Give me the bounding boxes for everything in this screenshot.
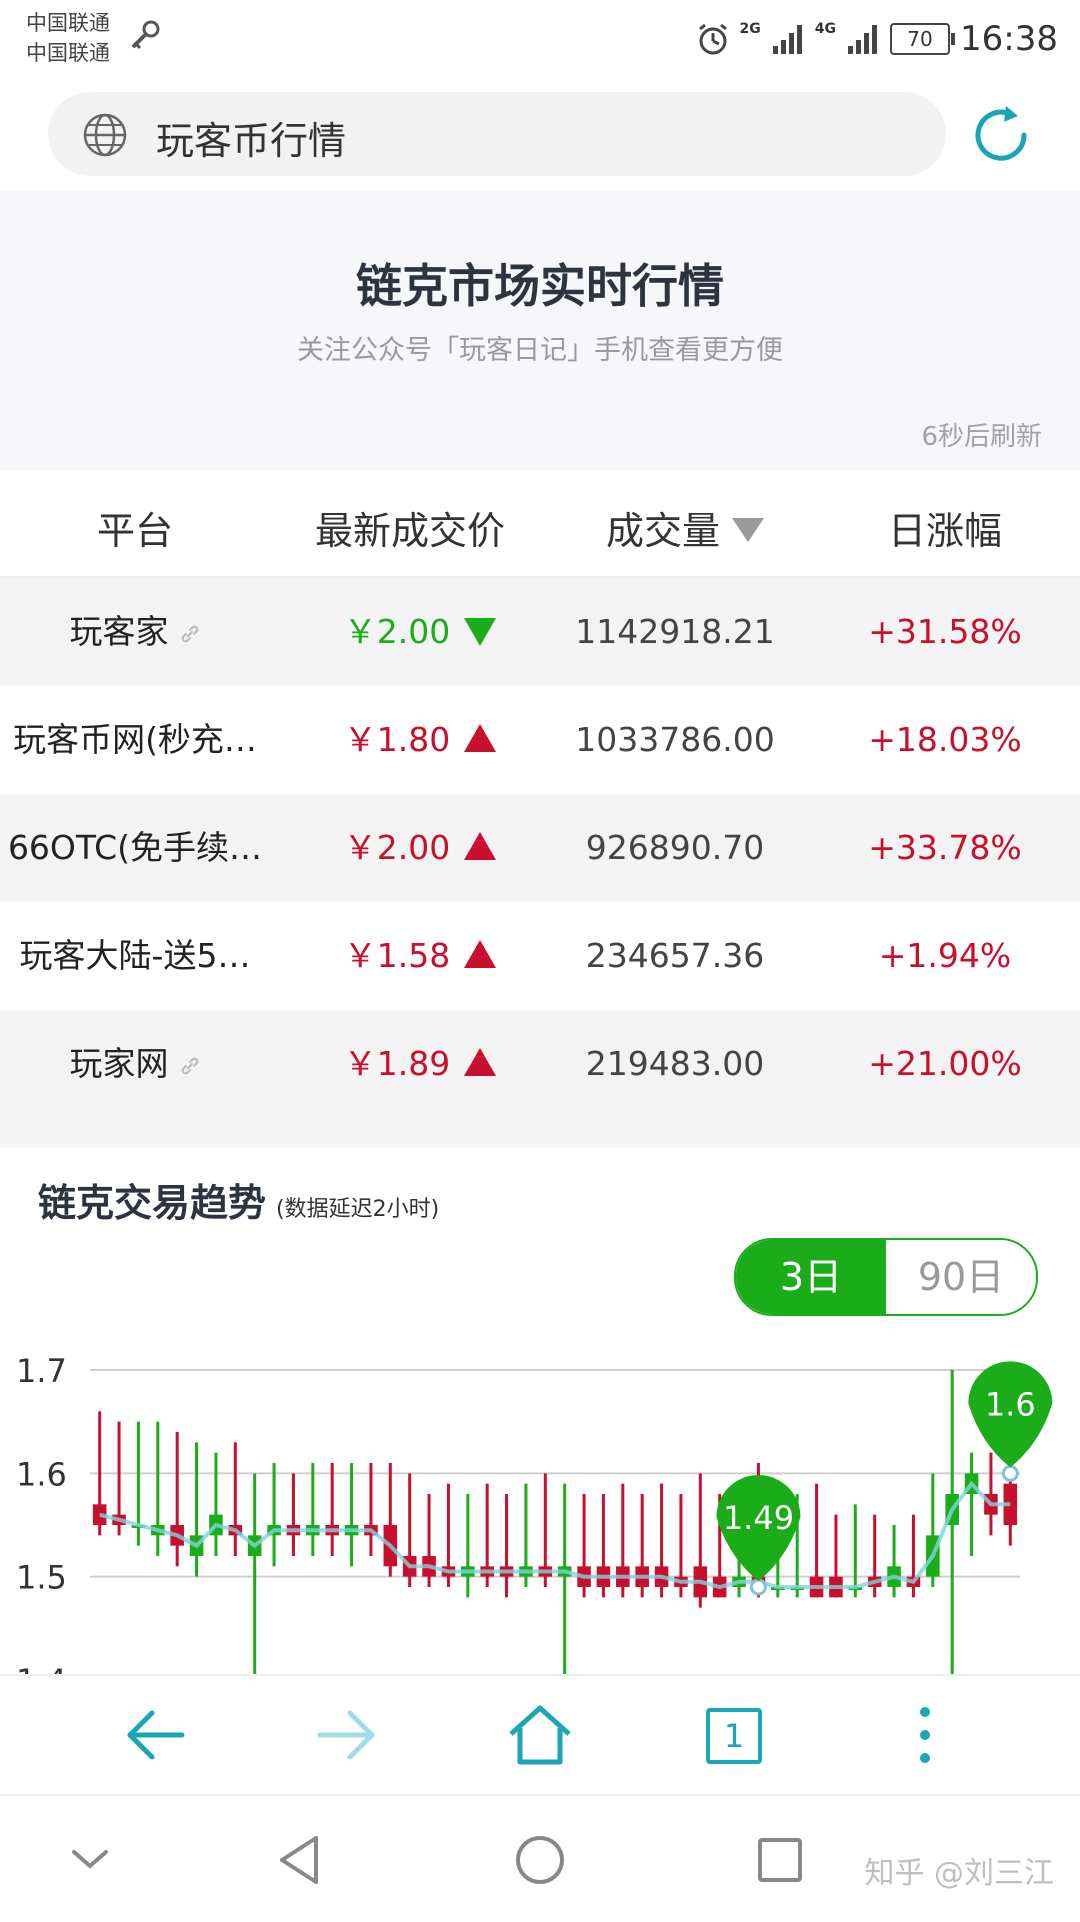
y-tick-label: 1.6 (16, 1455, 67, 1493)
toggle-3-day[interactable]: 3日 (736, 1240, 886, 1314)
platform-name-cell: 66OTC(免手续… (0, 794, 270, 902)
table-row[interactable]: 玩客大陆-送5… ￥1.58 234657.36 +1.94% (0, 902, 1080, 1010)
price-cell: ￥2.00 (300, 578, 540, 686)
carrier-1: 中国联通 (26, 11, 110, 35)
volume-value: 926890.70 (585, 828, 765, 867)
tabs-button[interactable]: 1 (698, 1700, 768, 1770)
table-row[interactable]: 玩家网 ￥1.89 219483.00 +21.00% (0, 1010, 1080, 1118)
watermark: 知乎 @刘三江 (864, 1856, 1054, 1891)
url-bar[interactable]: 玩客币行情 (48, 92, 946, 176)
net-label-4g: 4G (814, 21, 837, 37)
refresh-icon[interactable] (968, 102, 1034, 168)
toggle-90-day[interactable]: 90日 (886, 1240, 1036, 1314)
table-row[interactable]: 66OTC(免手续… ￥2.00 926890.70 +33.78% (0, 794, 1080, 902)
page-subtitle: 关注公众号「玩客日记」手机查看更方便 (297, 335, 783, 366)
browser-toolbar: 1 (0, 1674, 1080, 1796)
system-nav-bar: 知乎 @刘三江 (0, 1794, 1080, 1922)
link-icon (181, 1057, 198, 1074)
table-header: 平台 最新成交价 成交量 日涨幅 (0, 470, 1080, 578)
price-value: ￥1.58 (343, 936, 451, 975)
platform-name-cell: 玩客大陆-送5… (0, 902, 270, 1010)
price-value: ￥2.00 (343, 828, 451, 867)
forward-arrow-icon[interactable] (312, 1700, 382, 1770)
trend-title: 链克交易趋势 (数据延迟2小时) (38, 1172, 439, 1227)
key-icon (131, 20, 160, 50)
volume-value: 1142918.21 (575, 612, 775, 651)
change-value: +31.58% (868, 612, 1022, 651)
y-tick-label: 1.7 (16, 1352, 67, 1390)
system-recents-icon[interactable] (752, 1832, 808, 1888)
status-right: 2G 4G 70 16:38 (696, 14, 1058, 64)
chevron-down-icon[interactable] (62, 1832, 118, 1888)
tabs-count: 1 (706, 1708, 762, 1764)
system-back-icon[interactable] (272, 1832, 328, 1888)
platform-name-cell: 玩客家 (0, 578, 270, 686)
marker-label: 1.6 (985, 1385, 1036, 1423)
platform-name: 玩客币网(秒充… (13, 720, 257, 759)
change-value: +18.03% (868, 720, 1022, 759)
marker-label: 1.49 (723, 1499, 794, 1537)
change-value: +33.78% (868, 828, 1022, 867)
header-volume-sort[interactable]: 成交量 (555, 500, 815, 555)
platform-name: 玩客大陆-送5… (19, 936, 251, 975)
market-header: 链克市场实时行情 关注公众号「玩客日记」手机查看更方便 6秒后刷新 (0, 190, 1080, 470)
refresh-countdown: 6秒后刷新 (921, 422, 1042, 452)
platform-name-cell: 玩家网 (0, 1010, 270, 1118)
trend-note: (数据延迟2小时) (276, 1197, 440, 1222)
price-cell: ￥1.58 (300, 902, 540, 1010)
system-home-icon[interactable] (512, 1832, 568, 1888)
platform-name: 玩客家 (69, 612, 169, 651)
volume-value: 1033786.00 (575, 720, 775, 759)
price-cell: ￥1.80 (300, 686, 540, 794)
sort-desc-icon (732, 517, 764, 542)
link-icon (181, 625, 198, 642)
clock: 16:38 (960, 19, 1058, 59)
y-tick-label: 1.4 (16, 1662, 67, 1674)
change-value: +21.00% (868, 1044, 1022, 1083)
volume-value: 219483.00 (585, 1044, 765, 1083)
header-platform: 平台 (96, 509, 173, 553)
platform-name: 玩家网 (69, 1044, 169, 1083)
range-toggle: 3日 90日 (734, 1238, 1038, 1316)
platform-name: 66OTC(免手续… (7, 828, 263, 867)
price-cell: ￥2.00 (300, 794, 540, 902)
carrier-labels: 中国联通 中国联通 (26, 8, 110, 68)
more-vertical-icon[interactable] (890, 1700, 960, 1770)
trend-title-text: 链克交易趋势 (38, 1181, 267, 1225)
trend-up-icon (464, 723, 497, 752)
price-value: ￥1.80 (343, 720, 451, 759)
trend-up-icon (464, 1047, 497, 1076)
marker-point (749, 1578, 767, 1596)
volume-value: 234657.36 (585, 936, 765, 975)
trend-chart: 1.7 1.6 1.5 1.4 1.49 1.6 (16, 1352, 1053, 1674)
status-bar: 中国联通 中国联通 2G 4G 70 16:38 (0, 0, 1080, 80)
table-row[interactable]: 玩客币网(秒充… ￥1.80 1033786.00 +18.03% (0, 686, 1080, 794)
section-divider (0, 1118, 1080, 1148)
header-change: 日涨幅 (887, 509, 1002, 553)
alarm-icon (698, 23, 727, 55)
battery-icon: 70 (890, 23, 956, 55)
trend-up-icon (464, 939, 497, 968)
header-volume: 成交量 (605, 509, 720, 553)
header-price: 最新成交价 (314, 509, 505, 553)
back-arrow-icon[interactable] (120, 1700, 190, 1770)
trend-up-icon (464, 831, 497, 860)
platform-name-cell: 玩客币网(秒充… (0, 686, 270, 794)
table-row[interactable]: 玩客家 ￥2.00 1142918.21 +31.58% (0, 578, 1080, 686)
change-value: +1.94% (878, 936, 1012, 975)
globe-icon (83, 113, 127, 157)
trend-down-icon (464, 617, 497, 646)
url-text: 玩客币行情 (156, 119, 347, 163)
price-cell: ￥1.89 (300, 1010, 540, 1118)
net-label-2g: 2G (739, 21, 761, 37)
price-value: ￥2.00 (343, 612, 451, 651)
signal-icon-2 (848, 25, 878, 54)
page-title: 链克市场实时行情 (356, 259, 724, 313)
signal-icon (772, 25, 802, 54)
y-tick-label: 1.5 (16, 1559, 67, 1597)
marker-point (1001, 1464, 1019, 1482)
carrier-2: 中国联通 (26, 41, 110, 65)
home-icon[interactable] (505, 1700, 575, 1770)
price-value: ￥1.89 (343, 1044, 451, 1083)
